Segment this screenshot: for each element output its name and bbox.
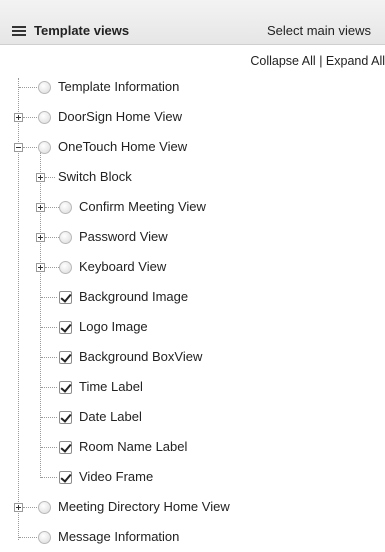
tree-item-label: Password View [79, 229, 168, 244]
tree-item-time-label[interactable]: Time Label [0, 372, 385, 402]
tree-item-background-image[interactable]: Background Image [0, 282, 385, 312]
checkbox-room-name-label[interactable] [59, 441, 72, 454]
checkbox-time-label[interactable] [59, 381, 72, 394]
radio-doorsign-home-view[interactable] [38, 111, 51, 124]
collapse-icon[interactable] [14, 143, 23, 152]
tree-item-label: Background Image [79, 289, 189, 304]
collapse-expand-bar: Collapse All | Expand All [250, 54, 385, 68]
tree-item-room-name-label[interactable]: Room Name Label [0, 432, 385, 462]
tree-item-onetouch-home-view[interactable]: OneTouch Home View [0, 132, 385, 162]
tree-item-label: Background BoxView [79, 349, 203, 364]
tree-item-label: Time Label [79, 379, 143, 394]
tree-item-label: Video Frame [79, 469, 154, 484]
tree-item-label: Meeting Directory Home View [58, 499, 230, 514]
radio-message-information[interactable] [38, 531, 51, 544]
expand-icon[interactable] [36, 233, 45, 242]
collapse-all-link[interactable]: Collapse All [250, 54, 315, 68]
checkbox-logo-image[interactable] [59, 321, 72, 334]
radio-password-view[interactable] [59, 231, 72, 244]
tree-item-label: DoorSign Home View [58, 109, 183, 124]
tree-item-label: OneTouch Home View [58, 139, 188, 154]
list-icon [12, 26, 26, 37]
expand-all-link[interactable]: Expand All [326, 54, 385, 68]
tree-item-date-label[interactable]: Date Label [0, 402, 385, 432]
select-main-views-link[interactable]: Select main views [267, 23, 371, 38]
tree-item-template-information[interactable]: Template Information [0, 72, 385, 102]
expand-icon[interactable] [36, 263, 45, 272]
tree-item-keyboard-view[interactable]: Keyboard View [0, 252, 385, 282]
tree-item-doorsign-home-view[interactable]: DoorSign Home View [0, 102, 385, 132]
panel-header: Template views Select main views [0, 0, 385, 45]
expand-icon[interactable] [14, 113, 23, 122]
checkbox-background-boxview[interactable] [59, 351, 72, 364]
expand-icon[interactable] [14, 503, 23, 512]
tree-item-background-boxview[interactable]: Background BoxView [0, 342, 385, 372]
radio-confirm-meeting-view[interactable] [59, 201, 72, 214]
radio-keyboard-view[interactable] [59, 261, 72, 274]
tree-item-label: Keyboard View [79, 259, 167, 274]
tree-item-meeting-directory-home-view[interactable]: Meeting Directory Home View [0, 492, 385, 522]
checkbox-video-frame[interactable] [59, 471, 72, 484]
tree-item-switch-block[interactable]: Switch Block [0, 162, 385, 192]
panel-title: Template views [34, 23, 130, 38]
tree-item-label: Message Information [58, 529, 180, 544]
tree-item-label: Logo Image [79, 319, 148, 334]
template-views-panel: Template views Select main views Collaps… [0, 0, 385, 552]
expand-icon[interactable] [36, 203, 45, 212]
radio-onetouch-home-view[interactable] [38, 141, 51, 154]
radio-template-information[interactable] [38, 81, 51, 94]
checkbox-date-label[interactable] [59, 411, 72, 424]
tree-item-confirm-meeting-view[interactable]: Confirm Meeting View [0, 192, 385, 222]
tree-item-label: Date Label [79, 409, 142, 424]
separator: | [319, 54, 323, 68]
tree-item-logo-image[interactable]: Logo Image [0, 312, 385, 342]
tree-item-label: Confirm Meeting View [79, 199, 206, 214]
tree-item-video-frame[interactable]: Video Frame [0, 462, 385, 492]
radio-meeting-directory-home-view[interactable] [38, 501, 51, 514]
tree-item-label: Switch Block [58, 169, 132, 184]
checkbox-background-image[interactable] [59, 291, 72, 304]
tree-item-message-information[interactable]: Message Information [0, 522, 385, 552]
expand-icon[interactable] [36, 173, 45, 182]
tree-item-password-view[interactable]: Password View [0, 222, 385, 252]
tree-item-label: Room Name Label [79, 439, 188, 454]
tree-item-label: Template Information [58, 79, 180, 94]
